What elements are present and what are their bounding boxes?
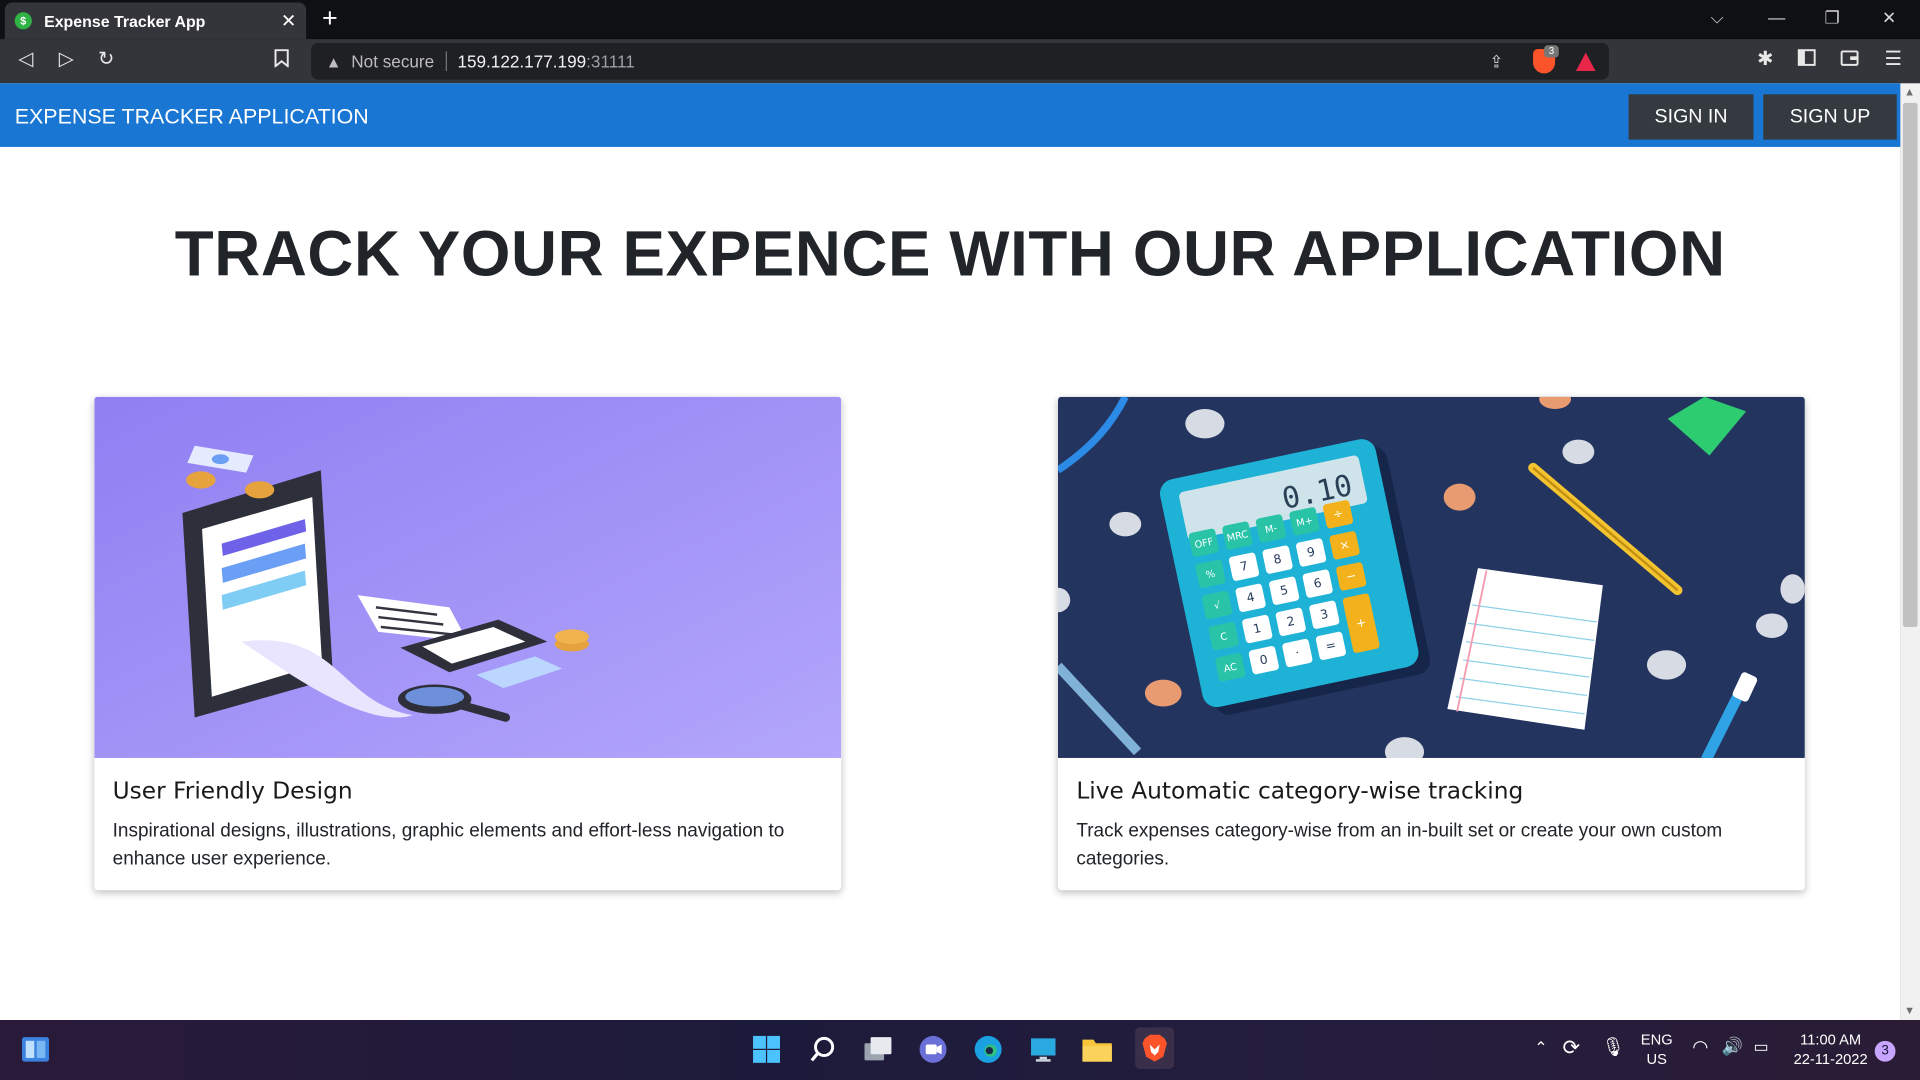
calculator-key: 4: [1234, 583, 1267, 613]
web-page: EXPENSE TRACKER APPLICATION SIGN IN SIGN…: [0, 83, 1901, 1021]
close-window-icon[interactable]: ✕: [1882, 7, 1896, 28]
remote-desktop-icon[interactable]: [1026, 1032, 1060, 1066]
search-icon[interactable]: [806, 1032, 840, 1066]
widgets-icon[interactable]: [18, 1032, 52, 1066]
clock-time[interactable]: 11:00 AM: [1790, 1031, 1871, 1048]
brave-rewards-icon[interactable]: [1575, 52, 1596, 72]
card-illustration-calculator: 0.10 OFF MRC M- M+ ÷ % 7 8 9 × √ 4 5 6 −…: [1057, 396, 1805, 767]
battery-icon[interactable]: ▭: [1753, 1037, 1768, 1057]
feature-card-tracking: 0.10 OFF MRC M- M+ ÷ % 7 8 9 × √ 4 5 6 −…: [1057, 396, 1805, 891]
minimize-icon[interactable]: —: [1768, 7, 1785, 27]
calculator-key: 3: [1308, 599, 1341, 630]
hero-title: TRACK YOUR EXPENCE WITH OUR APPLICATION: [174, 219, 1726, 291]
url-port: :31111: [586, 51, 635, 72]
reload-icon[interactable]: ↻: [98, 49, 114, 71]
chat-icon[interactable]: [916, 1032, 950, 1066]
language-bottom[interactable]: US: [1637, 1051, 1676, 1068]
browser-tab-bar: $ Expense Tracker App ✕ + ⌵ — ❐ ✕: [0, 0, 1920, 40]
browser-tab[interactable]: $ Expense Tracker App ✕: [4, 2, 307, 40]
calculator-key: =: [1315, 631, 1347, 661]
calculator-key: ·: [1281, 638, 1314, 668]
microphone-icon[interactable]: 🎙: [1602, 1036, 1625, 1058]
extensions-icon[interactable]: ✱: [1757, 49, 1773, 71]
app-navbar: EXPENSE TRACKER APPLICATION SIGN IN SIGN…: [0, 83, 1901, 147]
calculator-key: 1: [1241, 614, 1273, 644]
scroll-thumb[interactable]: [1902, 102, 1918, 627]
screen: $ Expense Tracker App ✕ + ⌵ — ❐ ✕ ◁ ▷ ↻ …: [0, 0, 1920, 1080]
brave-shield-icon[interactable]: 3: [1533, 45, 1559, 74]
url-host: 159.122.177.199: [457, 51, 587, 72]
card-text: Track expenses category-wise from an in-…: [1076, 820, 1723, 870]
brave-browser-icon[interactable]: [1135, 1027, 1175, 1069]
bookmark-icon[interactable]: [274, 49, 289, 73]
share-icon[interactable]: ⇪: [1489, 51, 1503, 72]
calculator-key: ×: [1328, 530, 1361, 561]
page-scrollbar[interactable]: ▲ ▼: [1900, 83, 1920, 1021]
menu-icon[interactable]: ☰: [1884, 49, 1902, 71]
sync-icon[interactable]: ⟳: [1562, 1036, 1579, 1060]
calculator-key: MRC: [1221, 520, 1254, 551]
back-icon[interactable]: ◁: [18, 49, 33, 71]
scroll-up-icon[interactable]: ▲: [1904, 86, 1915, 98]
calculator-key: ÷: [1322, 499, 1354, 529]
calculator-key: √: [1201, 590, 1233, 620]
task-view-icon[interactable]: [861, 1032, 895, 1066]
wifi-icon[interactable]: ◠: [1692, 1036, 1708, 1058]
calculator-key: 6: [1301, 568, 1334, 599]
calculator-key: AC: [1214, 652, 1247, 683]
warning-icon: ▲: [325, 52, 342, 71]
scroll-down-icon[interactable]: ▼: [1904, 1004, 1915, 1016]
calculator-key: 0: [1248, 645, 1280, 675]
app-brand[interactable]: EXPENSE TRACKER APPLICATION: [15, 104, 369, 130]
windows-taskbar: ⌃ ⟳ 🎙 ENG US ◠ 🔊 ▭ 11:00 AM 22-11-2022 3: [0, 1020, 1920, 1080]
address-bar[interactable]: ▲ Not secure 159.122.177.199 :31111 ⇪ 3: [311, 42, 1609, 80]
calculator-key: C: [1207, 621, 1240, 651]
calculator-key: 8: [1261, 544, 1294, 575]
card-text: Inspirational designs, illustrations, gr…: [112, 820, 785, 870]
favicon-icon: $: [14, 12, 32, 30]
sign-in-button[interactable]: SIGN IN: [1628, 94, 1754, 140]
feature-card-design: User Friendly Design Inspirational desig…: [94, 396, 842, 891]
notification-badge[interactable]: 3: [1874, 1040, 1896, 1062]
sign-up-button[interactable]: SIGN UP: [1763, 94, 1897, 140]
calculator-keypad: OFF MRC M- M+ ÷% 7 8 9 × √ 4 5 6− C 1 2 3 + AC 0 · =: [1185, 493, 1402, 705]
browser-toolbar: ◁ ▷ ↻ ▲ Not secure 159.122.177.199 :3111…: [0, 39, 1920, 84]
show-hidden-icons[interactable]: ⌃: [1534, 1038, 1547, 1058]
calculator-key: −: [1335, 561, 1367, 592]
url-separator: [445, 51, 447, 72]
wallet-icon[interactable]: [1840, 49, 1859, 72]
security-status[interactable]: Not secure: [351, 51, 434, 71]
sidebar-icon[interactable]: [1797, 49, 1816, 72]
calculator-key: M+: [1288, 506, 1321, 537]
new-tab-icon[interactable]: +: [322, 4, 338, 32]
calculator-key: M-: [1255, 513, 1287, 544]
card-title: User Friendly Design: [112, 777, 353, 805]
close-tab-icon[interactable]: ✕: [281, 10, 296, 32]
calculator-key: +: [1342, 592, 1381, 654]
language-top[interactable]: ENG: [1637, 1031, 1676, 1048]
calculator-key: 5: [1268, 575, 1300, 606]
forward-icon[interactable]: ▷: [59, 49, 74, 71]
calculator-key: 9: [1295, 537, 1327, 568]
start-icon[interactable]: [749, 1032, 783, 1066]
shield-count-badge: 3: [1544, 45, 1559, 58]
clock-date[interactable]: 22-11-2022: [1790, 1051, 1871, 1068]
restore-icon[interactable]: ❐: [1824, 7, 1839, 28]
card-illustration-design: [94, 396, 842, 758]
calculator-key: 2: [1275, 607, 1307, 637]
tab-title: Expense Tracker App: [44, 11, 206, 31]
calculator-key: OFF: [1188, 527, 1220, 558]
tab-search-chevron-icon[interactable]: ⌵: [1711, 7, 1724, 28]
file-explorer-icon[interactable]: [1080, 1032, 1114, 1066]
calculator-key: %: [1194, 559, 1227, 589]
card-title: Live Automatic category-wise tracking: [1076, 777, 1524, 805]
volume-icon[interactable]: 🔊: [1722, 1036, 1743, 1057]
edge-icon[interactable]: [971, 1032, 1005, 1066]
calculator-key: 7: [1228, 551, 1260, 582]
